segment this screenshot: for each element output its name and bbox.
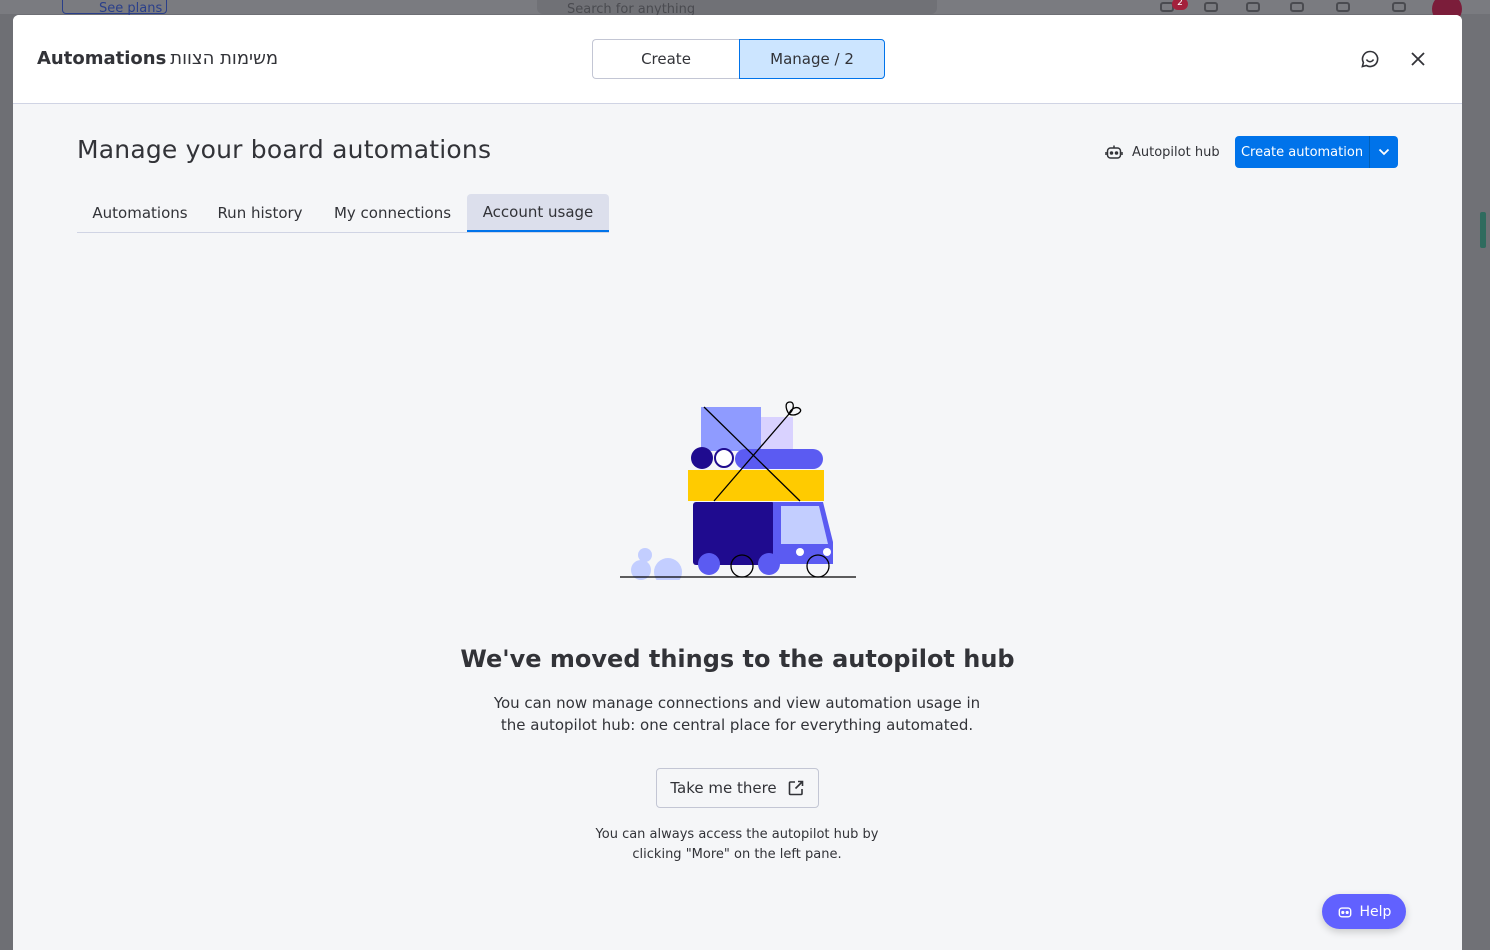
manage-segment-button[interactable]: Manage / 2 — [739, 39, 885, 79]
moved-description: You can now manage connections and view … — [487, 692, 987, 736]
create-automation-button[interactable]: Create automation — [1235, 136, 1369, 168]
tabs-underline — [77, 232, 609, 233]
moved-heading: We've moved things to the autopilot hub — [460, 645, 1015, 673]
background-panel-tab — [1480, 212, 1486, 248]
grid-icon — [1392, 2, 1406, 12]
note-line: clicking "More" on the left pane. — [632, 847, 842, 862]
moving-truck-illustration — [620, 401, 856, 580]
close-icon[interactable] — [1406, 47, 1430, 71]
moved-description-line: You can now manage connections and view … — [493, 694, 981, 712]
robot-icon — [1338, 906, 1351, 918]
modal-header: Automations משימות הצוות Create Manage / … — [13, 15, 1462, 104]
see-plans-button: See plans — [62, 0, 167, 16]
person-icon — [1246, 2, 1260, 12]
feedback-icon[interactable] — [1358, 47, 1382, 71]
background-right-panel — [1462, 14, 1490, 950]
robot-icon — [1105, 145, 1123, 159]
autopilot-access-note: You can always access the autopilot hub … — [587, 825, 887, 865]
help-label: Help — [1359, 903, 1392, 920]
automation-tabs: Automations Run history My connections A… — [77, 194, 1398, 233]
modal-title: Automations משימות הצוות — [37, 48, 278, 69]
tab-my-connections[interactable]: My connections — [319, 194, 466, 232]
moved-description-line: the autopilot hub: one central place for… — [500, 716, 974, 734]
help-icon — [1336, 2, 1350, 12]
notification-badge: 2 — [1172, 0, 1188, 10]
note-line: You can always access the autopilot hub … — [595, 827, 879, 842]
modal-title-board: משימות הצוות — [170, 48, 279, 69]
modal-title-main: Automations — [37, 48, 167, 69]
create-automation-dropdown[interactable] — [1370, 136, 1398, 168]
help-button[interactable]: Help — [1322, 894, 1406, 929]
take-me-there-label: Take me there — [670, 779, 777, 797]
chevron-down-icon — [1378, 148, 1390, 156]
tab-automations[interactable]: Automations — [77, 194, 203, 232]
mode-segmented-control: Create Manage / 2 — [592, 39, 885, 79]
page-title: Manage your board automations — [77, 135, 492, 164]
tab-run-history[interactable]: Run history — [209, 194, 311, 232]
inbox-icon — [1204, 2, 1218, 12]
take-me-there-button[interactable]: Take me there — [656, 768, 819, 808]
autopilot-hub-link[interactable]: Autopilot hub — [1105, 141, 1220, 163]
create-automation-button-group: Create automation — [1235, 136, 1398, 168]
create-segment-button[interactable]: Create — [592, 39, 739, 79]
external-link-icon — [788, 780, 803, 796]
apps-icon — [1290, 2, 1304, 12]
autopilot-hub-label: Autopilot hub — [1132, 144, 1220, 160]
tab-account-usage[interactable]: Account usage — [467, 194, 609, 232]
background-search-bar: Search for anything — [537, 0, 937, 17]
automations-modal: Automations משימות הצוות Create Manage / … — [13, 15, 1462, 950]
